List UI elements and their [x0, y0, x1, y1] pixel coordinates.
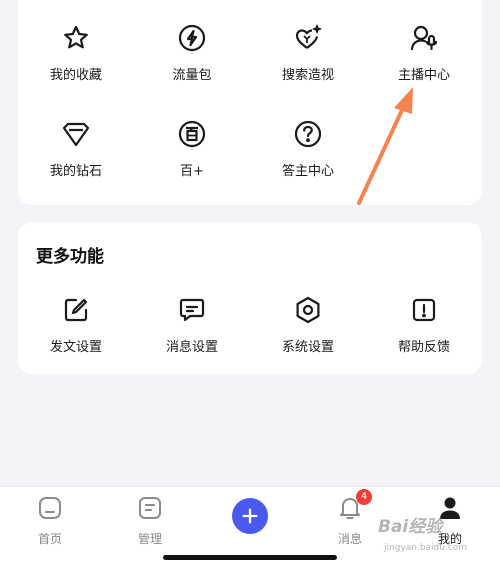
help-feedback-label: 帮助反馈: [397, 340, 450, 355]
tab-manage-label: 管理: [137, 532, 162, 546]
tab-home[interactable]: 首页: [0, 495, 100, 547]
search-create-label: 搜索造视: [281, 68, 334, 83]
bai-plus-label: 百+: [180, 164, 204, 179]
lightning-icon: [176, 22, 208, 54]
more-functions-title: 更多功能: [36, 247, 104, 267]
exclamation-icon: [408, 294, 440, 326]
system-settings-button[interactable]: 系统设置: [250, 294, 366, 355]
create-post-button[interactable]: [232, 498, 268, 534]
data-pack-button[interactable]: 流量包: [134, 22, 250, 83]
diamond-icon: [60, 118, 92, 150]
user-mic-icon: [408, 22, 440, 54]
hundred-icon: [176, 118, 208, 150]
post-settings-button[interactable]: 发文设置: [18, 294, 134, 355]
hexagon-settings-icon: [292, 294, 324, 326]
tools-card: 我的收藏 流量包 搜索造视 主播中心 我的钻石 百+ 答主中心: [18, 0, 482, 205]
tab-manage[interactable]: 管理: [100, 495, 200, 547]
message-settings-button[interactable]: 消息设置: [134, 294, 250, 355]
system-settings-label: 系统设置: [281, 340, 334, 355]
tab-messages-label: 消息: [337, 532, 362, 546]
answerer-center-label: 答主中心: [281, 164, 334, 179]
post-settings-label: 发文设置: [49, 340, 102, 355]
bai-plus-button[interactable]: 百+: [134, 118, 250, 179]
more-functions-card: 更多功能 发文设置 消息设置 系统设置 帮助反馈: [18, 222, 482, 374]
my-favorites-label: 我的收藏: [49, 68, 102, 83]
my-favorites-button[interactable]: 我的收藏: [18, 22, 134, 83]
messages-badge: 4: [356, 489, 372, 505]
message-settings-label: 消息设置: [165, 340, 218, 355]
sparkle-heart-icon: [292, 22, 324, 54]
tab-home-label: 首页: [37, 532, 62, 546]
answerer-center-button[interactable]: 答主中心: [250, 118, 366, 179]
plus-icon: [242, 508, 258, 524]
my-diamonds-label: 我的钻石: [49, 164, 102, 179]
home-icon: [37, 495, 63, 521]
edit-icon: [60, 294, 92, 326]
message-icon: [176, 294, 208, 326]
help-feedback-button[interactable]: 帮助反馈: [366, 294, 482, 355]
search-create-button[interactable]: 搜索造视: [250, 22, 366, 83]
question-icon: [292, 118, 324, 150]
my-diamonds-button[interactable]: 我的钻石: [18, 118, 134, 179]
streamer-center-label: 主播中心: [397, 68, 450, 83]
star-icon: [60, 22, 92, 54]
home-indicator: [163, 555, 337, 560]
watermark-url: jingyan.baidu.com: [384, 543, 468, 553]
streamer-center-button[interactable]: 主播中心: [366, 22, 482, 83]
data-pack-label: 流量包: [172, 68, 212, 83]
watermark-logo: Bai经验: [378, 517, 443, 537]
manage-icon: [137, 495, 163, 521]
